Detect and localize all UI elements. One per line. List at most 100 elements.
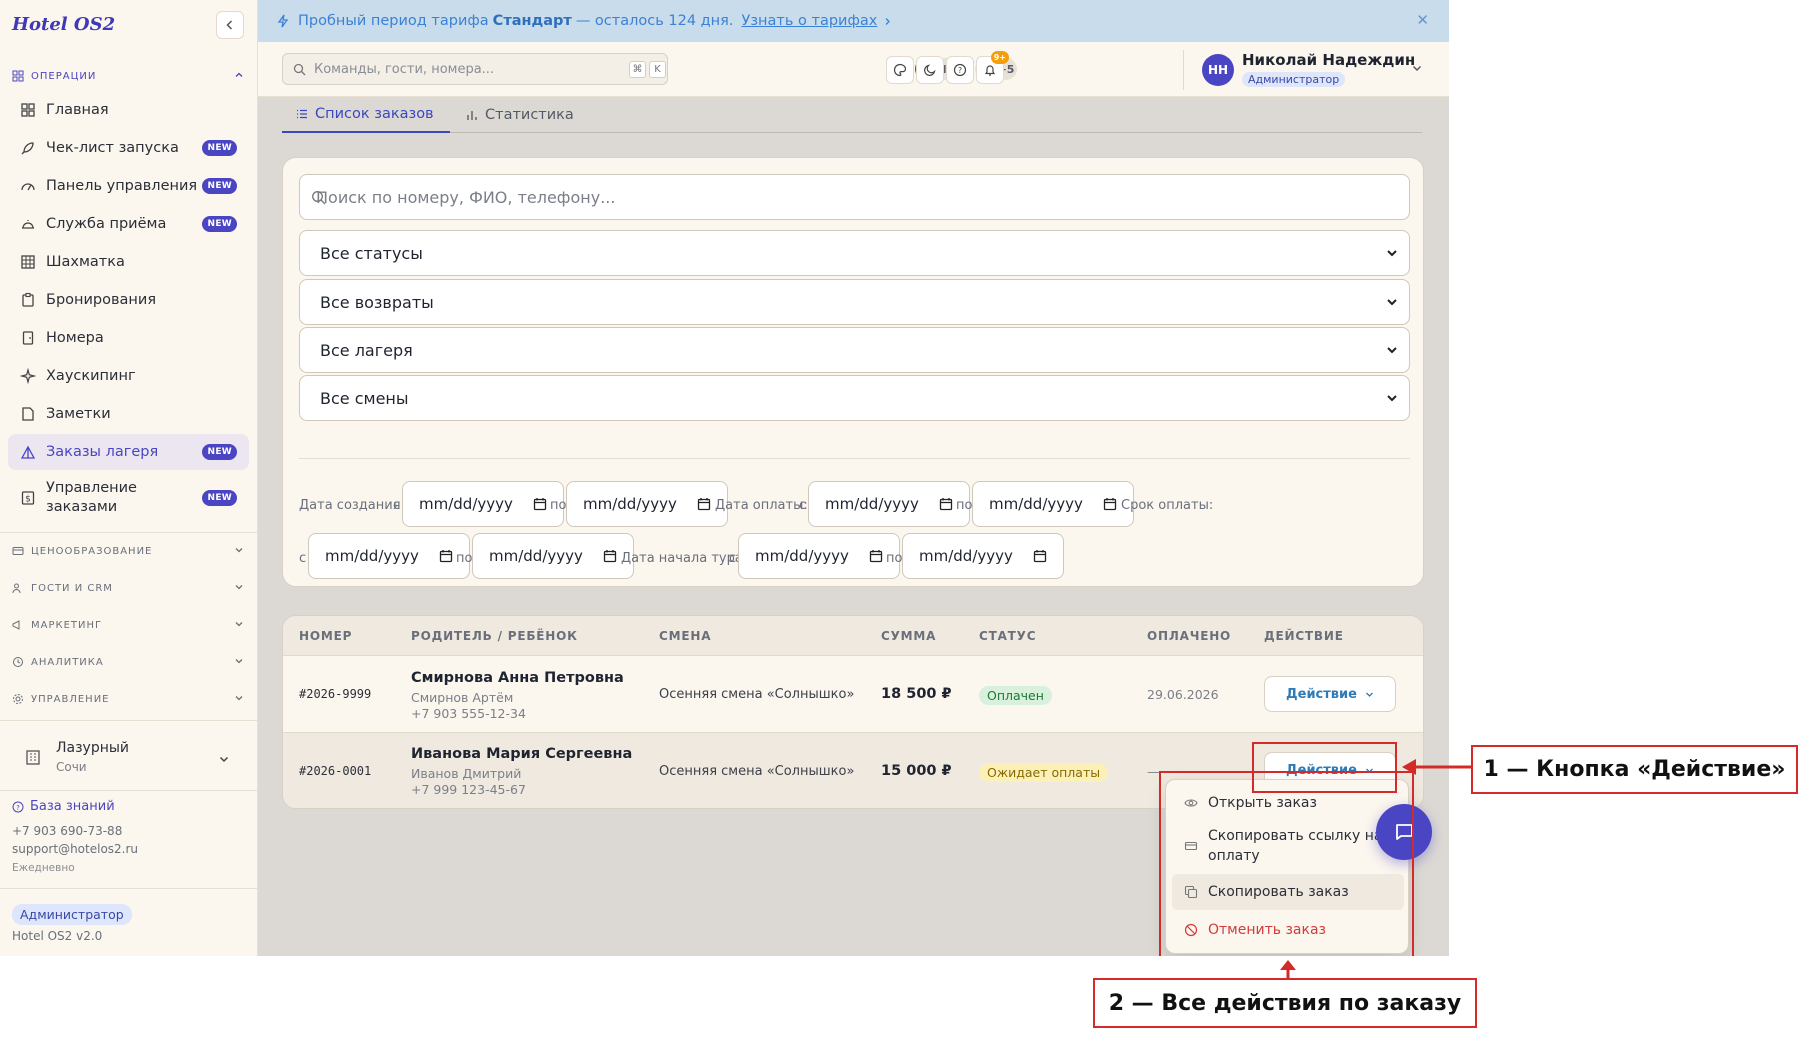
tour-to-date[interactable]: mm/dd/yyyy	[902, 533, 1064, 579]
sidebar-item-home[interactable]: Главная	[8, 92, 249, 128]
deadline-from-date[interactable]: mm/dd/yyyy	[308, 533, 470, 579]
role-badge: Администратор	[12, 904, 132, 925]
support-email[interactable]: support@hotelos2.ru	[12, 842, 138, 856]
sidebar-item-chessboard[interactable]: Шахматка	[8, 244, 249, 280]
calendar-icon	[1103, 498, 1117, 511]
sidebar-item-label: Панель управления	[46, 178, 198, 194]
sidebar-item-launch-checklist[interactable]: Чек-лист запуска NEW	[8, 130, 249, 166]
kbd-cmd: ⌘	[629, 61, 646, 78]
section-operations[interactable]: ОПЕРАЦИИ	[12, 66, 243, 86]
section-pricing[interactable]: ЦЕНООБРАЗОВАНИЕ	[12, 541, 243, 561]
section-management[interactable]: УПРАВЛЕНИЕ	[12, 689, 243, 709]
section-analytics[interactable]: АНАЛИТИКА	[12, 652, 243, 672]
app-version: Hotel OS2 v2.0	[12, 929, 103, 943]
theme-palette-button[interactable]	[886, 56, 914, 84]
calendar-icon	[603, 550, 617, 563]
parent-name: Смирнова Анна Петровна	[411, 670, 624, 686]
property-name: Лазурный	[56, 740, 130, 756]
user-name[interactable]: Николай Надеждин	[1242, 51, 1415, 69]
action-button[interactable]: Действие	[1264, 676, 1396, 712]
sidebar-item-rooms[interactable]: Номера	[8, 320, 249, 356]
knowledge-base-label: База знаний	[30, 799, 115, 814]
sidebar-item-notes[interactable]: Заметки	[8, 396, 249, 432]
dark-mode-button[interactable]	[916, 56, 944, 84]
tab-statistics[interactable]: Статистика	[452, 97, 588, 133]
paid-to-date[interactable]: mm/dd/yyyy	[972, 481, 1134, 527]
help-button[interactable]: ?	[946, 56, 974, 84]
chevron-down-icon	[235, 659, 243, 664]
calendar-icon	[939, 498, 953, 511]
clipboard-icon	[20, 292, 36, 308]
sidebar-item-label: Чек-лист запуска	[46, 140, 179, 156]
help-circle-icon: ?	[12, 801, 24, 812]
user-avatar[interactable]: НН	[1202, 54, 1234, 86]
dashboard-icon	[20, 102, 36, 118]
column-header: ОПЛАЧЕНО	[1147, 629, 1232, 643]
sidebar-item-label: Хаускипинг	[46, 368, 136, 384]
support-hours: Ежедневно	[12, 862, 75, 874]
annotation-arrow-1	[1402, 759, 1472, 775]
action-label: Действие	[1286, 686, 1357, 702]
property-switcher[interactable]: Лазурный Сочи	[20, 738, 245, 780]
close-banner-icon[interactable]: ✕	[1416, 11, 1429, 29]
user-role-badge: Администратор	[1242, 72, 1346, 87]
column-header: СМЕНА	[659, 629, 712, 643]
gauge-icon	[20, 178, 36, 194]
card-icon	[12, 547, 24, 555]
sidebar-item-bookings[interactable]: Бронирования	[8, 282, 249, 318]
paid-from-date[interactable]: mm/dd/yyyy	[808, 481, 970, 527]
section-marketing[interactable]: МАРКЕТИНГ	[12, 615, 243, 635]
chevron-down-icon	[1365, 692, 1373, 697]
order-search-input[interactable]: Поиск по номеру, ФИО, телефону...	[299, 174, 1410, 220]
camp-select[interactable]: Все лагеря	[299, 327, 1410, 373]
order-number[interactable]: #2026-9999	[299, 687, 371, 701]
tab-order-list[interactable]: Список заказов	[282, 97, 450, 133]
from-label: с	[729, 551, 737, 566]
knowledge-base-link[interactable]: ? База знаний	[12, 799, 115, 814]
sidebar-item-control-panel[interactable]: Панель управления NEW	[8, 168, 249, 204]
created-from-date[interactable]: mm/dd/yyyy	[402, 481, 564, 527]
tab-bar: Список заказов Статистика	[282, 97, 1422, 133]
created-to-date[interactable]: mm/dd/yyyy	[566, 481, 728, 527]
notification-count: 9+	[990, 51, 1009, 64]
shift-name: Осенняя смена «Солнышко»	[659, 764, 855, 779]
calendar-icon	[1033, 550, 1047, 563]
chevron-up-icon	[235, 72, 243, 77]
from-label: с	[393, 498, 401, 513]
support-phone[interactable]: +7 903 690-73-88	[12, 824, 122, 838]
order-number[interactable]: #2026-0001	[299, 764, 371, 778]
clock-icon	[13, 657, 23, 667]
order-sum: 15 000 ₽	[881, 763, 952, 779]
tour-from-date[interactable]: mm/dd/yyyy	[738, 533, 900, 579]
to-label: по	[456, 551, 473, 566]
sidebar-item-front-desk[interactable]: Служба приёма NEW	[8, 206, 249, 242]
table-row[interactable]: #2026-9999 Смирнова Анна Петровна Смирно…	[283, 656, 1423, 733]
shift-select[interactable]: Все смены	[299, 375, 1410, 421]
command-search-input[interactable]: Команды, гости, номера... ⌘ K	[282, 53, 668, 85]
sidebar-item-label: Управление заказами	[46, 479, 137, 517]
sidebar-item-camp-orders[interactable]: Заказы лагеря NEW	[8, 434, 249, 470]
app-logo: Hotel OS2	[12, 14, 116, 35]
label-line-2: заказами	[46, 499, 118, 515]
deadline-to-date[interactable]: mm/dd/yyyy	[472, 533, 634, 579]
notifications-button[interactable]: 9+	[976, 51, 1009, 84]
dollar-icon: $	[20, 490, 36, 506]
help-circle-icon: ?	[953, 63, 967, 77]
building-icon	[26, 750, 40, 765]
sidebar-item-label: Служба приёма	[46, 216, 167, 232]
new-badge: NEW	[202, 216, 237, 232]
column-header: ДЕЙСТВИЕ	[1264, 629, 1344, 643]
divider	[0, 720, 258, 721]
chevron-down-icon[interactable]	[1411, 62, 1423, 74]
sidebar-item-order-management[interactable]: $ Управление заказами NEW	[8, 474, 249, 522]
chevron-down-icon	[1387, 395, 1397, 402]
chevron-right-icon	[885, 17, 891, 25]
section-guests-crm[interactable]: ГОСТИ И CRM	[12, 578, 243, 598]
banner-prefix: Пробный период тарифа	[298, 13, 489, 29]
refund-select[interactable]: Все возвраты	[299, 279, 1410, 325]
sidebar-item-housekeeping[interactable]: Хаускипинг	[8, 358, 249, 394]
status-select[interactable]: Все статусы	[299, 230, 1410, 276]
tent-icon	[20, 444, 36, 460]
pricing-link[interactable]: Узнать о тарифах	[742, 13, 878, 29]
collapse-sidebar-button[interactable]	[216, 11, 244, 39]
